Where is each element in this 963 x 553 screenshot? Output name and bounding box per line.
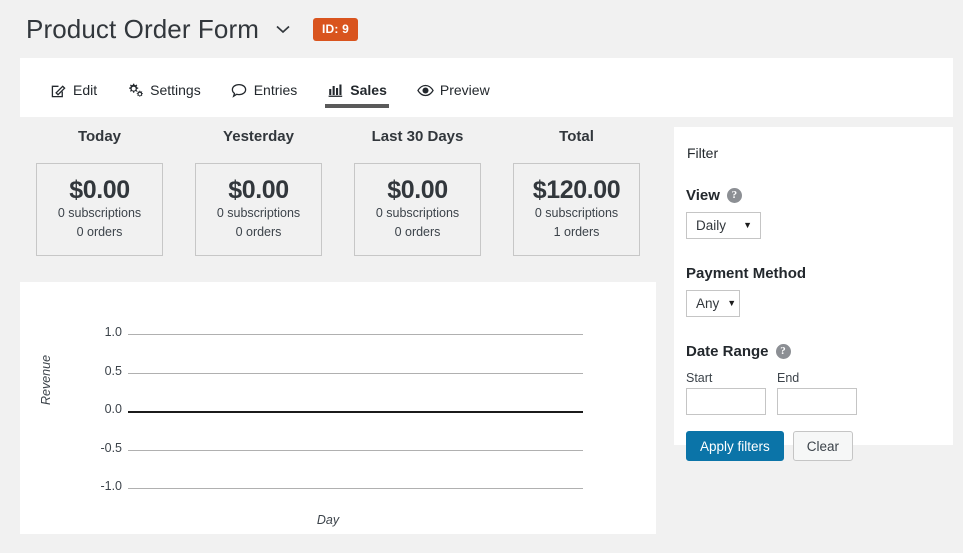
chart-gridline — [128, 372, 583, 374]
sales-summary-row: Today $0.00 0 subscriptions 0 orders Yes… — [20, 128, 656, 256]
stat-amount: $0.00 — [228, 176, 289, 204]
stat-amount: $0.00 — [387, 176, 448, 204]
stat-total: Total $120.00 0 subscriptions 1 orders — [497, 128, 656, 256]
chevron-down-icon: ▼ — [743, 220, 752, 230]
chevron-down-icon: ▼ — [727, 298, 737, 308]
stat-heading: Last 30 Days — [371, 128, 464, 145]
tab-sales[interactable]: Sales — [317, 58, 397, 117]
tab-label: Settings — [150, 82, 201, 98]
stat-heading: Total — [559, 128, 594, 145]
chart-x-axis-label: Day — [316, 513, 340, 527]
date-end-input[interactable] — [777, 388, 857, 415]
revenue-chart: 1.0 0.5 0.0 -0.5 -1.0 — [20, 282, 656, 534]
apply-filters-button[interactable]: Apply filters — [686, 431, 784, 461]
stat-heading: Today — [77, 128, 122, 145]
view-label-text: View — [686, 187, 720, 204]
stat-today: Today $0.00 0 subscriptions 0 orders — [20, 128, 179, 256]
date-start-input[interactable] — [686, 388, 766, 415]
chart-gridline — [128, 488, 583, 489]
stat-orders: 0 orders — [235, 225, 282, 239]
date-end-field: End — [777, 371, 857, 415]
view-select-value: Daily — [696, 218, 727, 233]
view-label: View ? — [686, 187, 941, 204]
date-end-label: End — [777, 371, 800, 385]
filter-panel-title: Filter — [687, 145, 719, 161]
date-range-label: Date Range ? — [686, 343, 941, 360]
eye-icon — [417, 82, 434, 98]
date-range-row: Start End — [686, 371, 941, 415]
payment-method-select[interactable]: Any ▼ — [686, 290, 740, 317]
stat-amount: $120.00 — [532, 176, 621, 204]
date-start-field: Start — [686, 371, 766, 415]
stat-card: $0.00 0 subscriptions 0 orders — [36, 163, 163, 256]
payment-method-select-value: Any — [696, 296, 720, 311]
status-badge: ID: 9 — [312, 17, 358, 41]
stat-subscriptions: 0 subscriptions — [534, 206, 619, 220]
payment-method-label-text: Payment Method — [686, 265, 807, 282]
stat-card: $0.00 0 subscriptions 0 orders — [354, 163, 481, 256]
filter-panel: Filter View ? Daily ▼ Payment Method Any… — [674, 127, 953, 461]
speech-bubble-icon — [231, 82, 248, 98]
tab-label: Edit — [73, 82, 98, 98]
stat-amount: $0.00 — [69, 176, 130, 204]
question-mark-icon[interactable]: ? — [726, 188, 742, 203]
stat-orders: 1 orders — [553, 225, 600, 239]
bar-chart-icon — [327, 82, 344, 98]
tab-entries[interactable]: Entries — [221, 58, 308, 117]
stat-subscriptions: 0 subscriptions — [57, 206, 142, 220]
gears-icon — [127, 82, 144, 98]
date-range-label-text: Date Range — [686, 343, 769, 360]
chart-zero-line — [128, 411, 583, 413]
stat-subscriptions: 0 subscriptions — [216, 206, 301, 220]
page-header: Product Order Form ID: 9 — [0, 0, 963, 58]
stat-card: $120.00 0 subscriptions 1 orders — [513, 163, 640, 256]
pencil-square-icon — [50, 82, 67, 98]
chart-y-tick-label: -0.5 — [100, 440, 122, 455]
tab-settings[interactable]: Settings — [117, 58, 211, 117]
tab-preview[interactable]: Preview — [407, 58, 500, 117]
payment-method-label: Payment Method — [686, 265, 941, 282]
chart-y-axis-label: Revenue — [39, 354, 53, 405]
tab-bar: Edit Settings Entries Sales Preview — [20, 58, 953, 117]
stat-orders: 0 orders — [76, 225, 123, 239]
question-mark-icon[interactable]: ? — [775, 344, 791, 359]
revenue-chart-card: 1.0 0.5 0.0 -0.5 -1.0 — [20, 282, 656, 534]
chart-y-tick-label: 0.5 — [104, 363, 122, 378]
chart-gridline — [128, 449, 583, 451]
tab-label: Preview — [439, 82, 490, 98]
page-title: Product Order Form — [26, 13, 259, 44]
stat-last-30-days: Last 30 Days $0.00 0 subscriptions 0 ord… — [338, 128, 497, 256]
tab-label: Entries — [253, 82, 298, 98]
tab-label: Sales — [350, 82, 387, 98]
view-select[interactable]: Daily ▼ — [686, 212, 761, 239]
chevron-down-icon[interactable] — [273, 19, 293, 39]
stat-subscriptions: 0 subscriptions — [375, 206, 460, 220]
stat-yesterday: Yesterday $0.00 0 subscriptions 0 orders — [179, 128, 338, 256]
stat-orders: 0 orders — [394, 225, 441, 239]
chart-y-tick-label: 0.0 — [104, 402, 122, 416]
clear-button[interactable]: Clear — [792, 431, 854, 461]
chart-gridline — [128, 334, 583, 335]
stat-card: $0.00 0 subscriptions 0 orders — [195, 163, 322, 256]
chart-y-tick-label: -1.0 — [100, 479, 122, 493]
stat-heading: Yesterday — [223, 128, 294, 145]
filter-button-row: Apply filters Clear — [686, 431, 941, 461]
tab-edit[interactable]: Edit — [40, 58, 107, 117]
date-start-label: Start — [686, 371, 713, 385]
chart-y-tick-label: 1.0 — [104, 325, 122, 339]
